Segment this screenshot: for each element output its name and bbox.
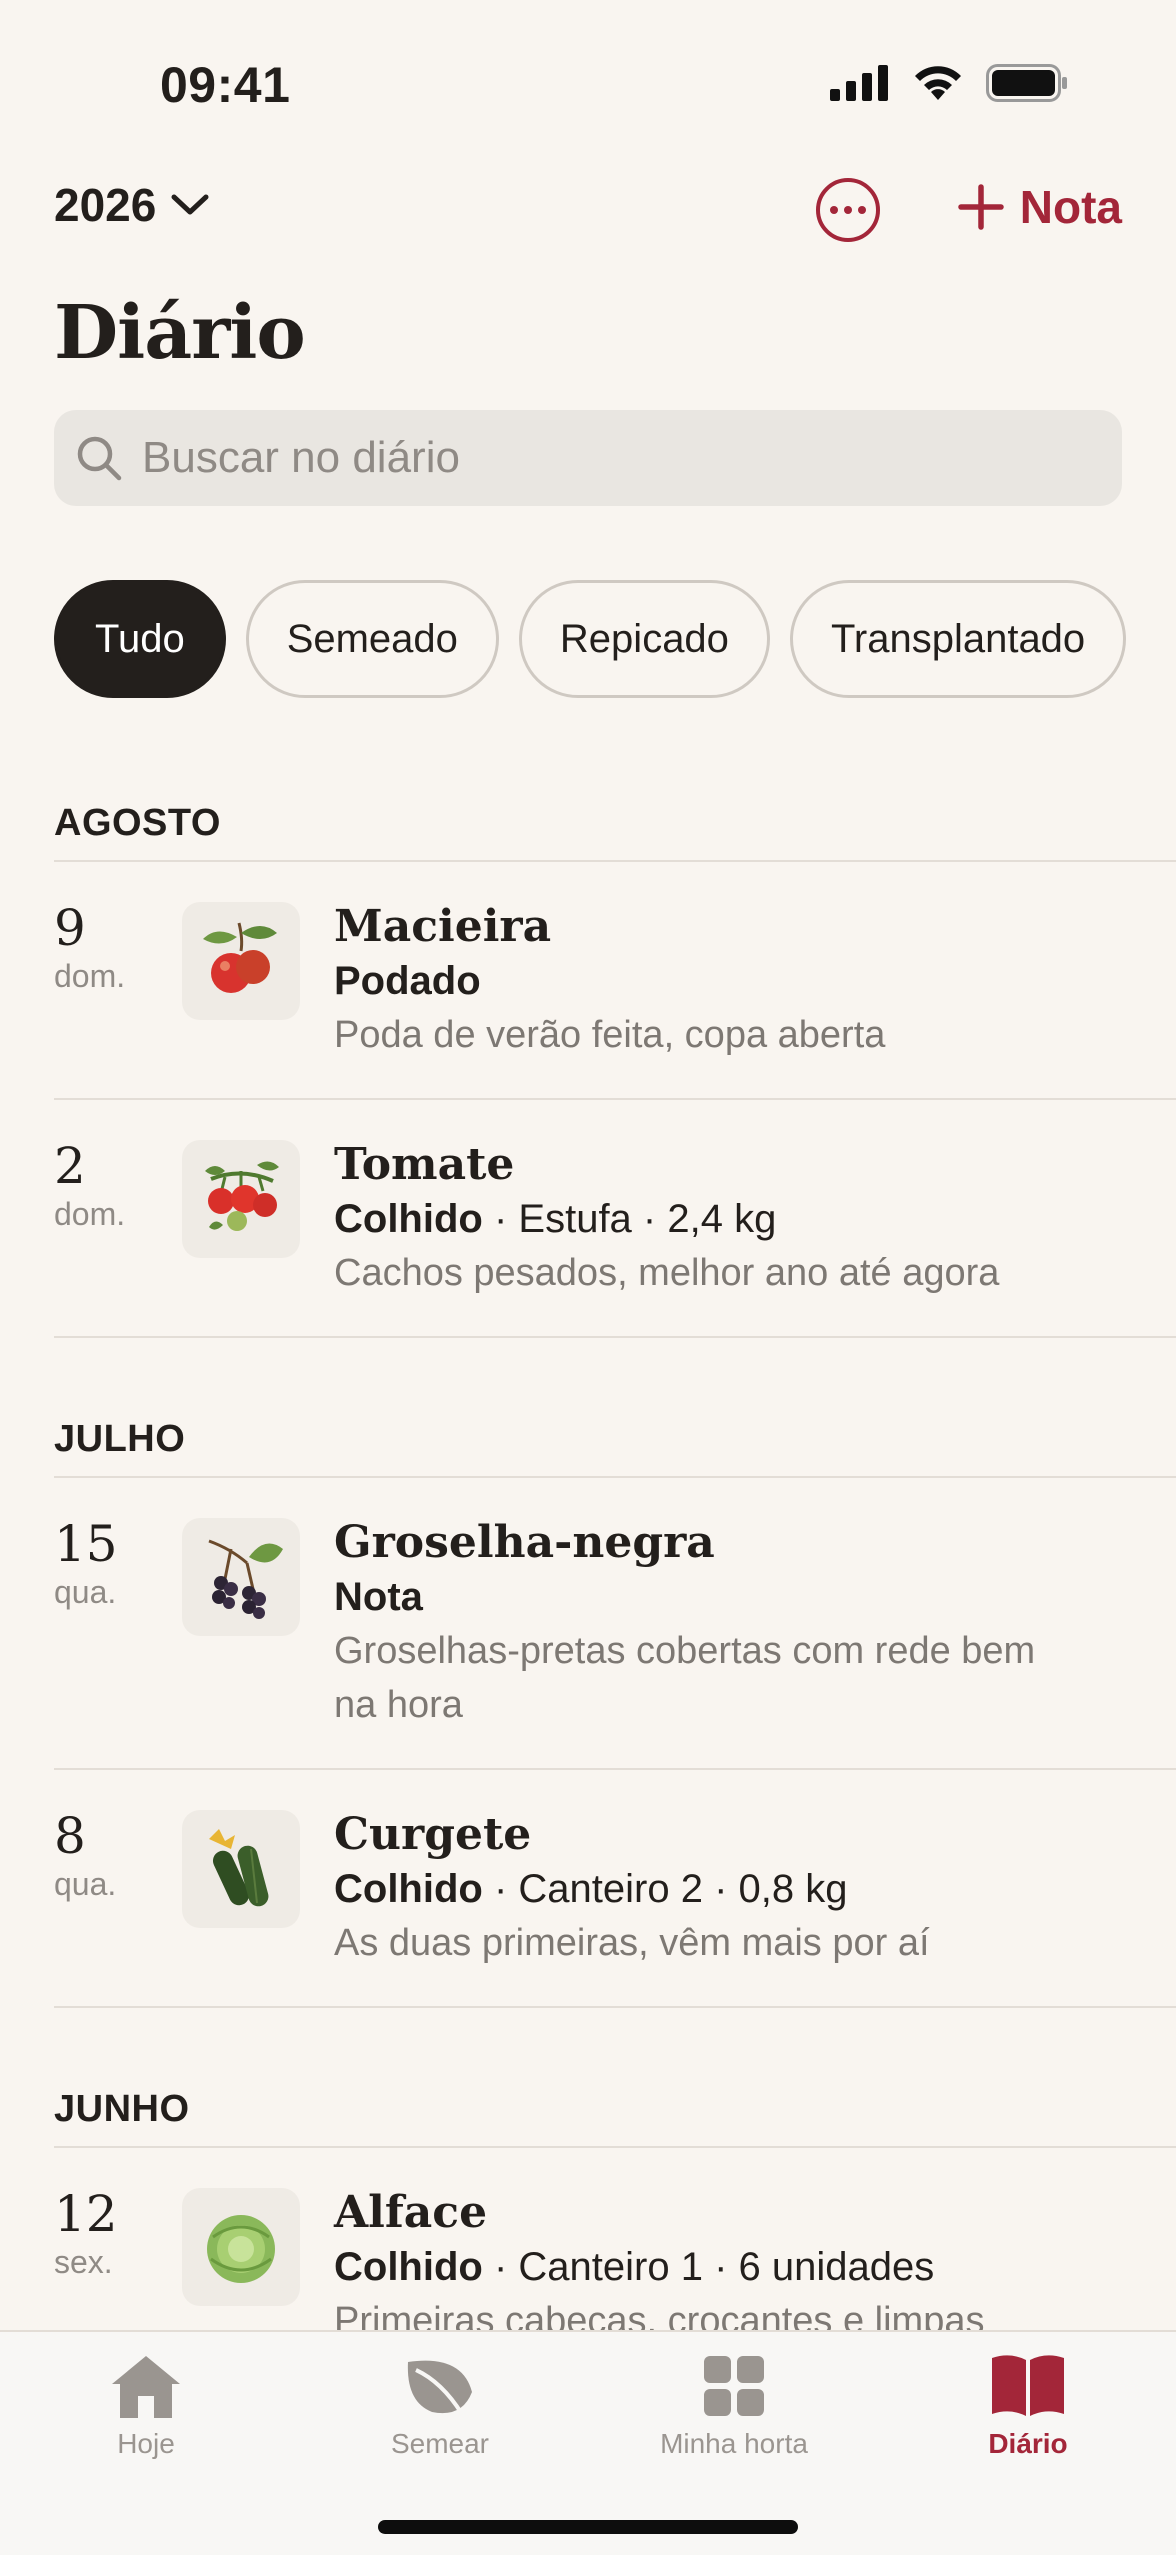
entry-weekday: dom. [54, 1196, 126, 1232]
entry-weekday: qua. [54, 1574, 117, 1610]
cellular-signal-icon [830, 65, 888, 101]
entry-day: 8 [54, 1807, 86, 1865]
entry-date: 2 dom. [54, 1140, 182, 1300]
year-label: 2026 [54, 179, 157, 231]
apple-icon [182, 902, 300, 1020]
tab-label: Hoje [117, 2428, 175, 2459]
entry-plant: Curgete [334, 1809, 532, 1860]
entry-body: Curgete Colhido · Canteiro 2 · 0,8 kg As… [334, 1810, 1176, 1970]
filter-chips: Tudo Semeado Repicado Transplantado [54, 580, 1127, 698]
status-time: 09:41 [160, 57, 291, 113]
entry-day: 12 [54, 2185, 118, 2243]
entry-action: Colhido [334, 1867, 483, 1911]
journal-entry[interactable]: 15 qua. Groselha-negra Nota Groselhas-pr… [54, 1478, 1176, 1770]
tab-minha-horta[interactable]: Minha horta [614, 2352, 854, 2460]
entry-plant: Tomate [334, 1139, 515, 1190]
wifi-icon [915, 66, 961, 100]
entry-action-line: Podado [334, 954, 1076, 1008]
journal-entry[interactable]: 2 dom. Tomate Colhido · Estufa · 2,4 kg … [54, 1100, 1176, 1338]
entry-body: Macieira Podado Poda de verão feita, cop… [334, 902, 1176, 1062]
courgette-icon [182, 1810, 300, 1928]
month-header: JUNHO [54, 2086, 1176, 2148]
month-header: JULHO [54, 1416, 1176, 1478]
page-title: Diário [54, 290, 306, 376]
search-icon [77, 436, 122, 481]
entry-day: 9 [54, 899, 86, 957]
entry-plant: Macieira [334, 901, 552, 952]
entry-date: 12 sex. [54, 2188, 182, 2348]
journal-entry[interactable]: 9 dom. Macieira Podado Poda de verão fei… [54, 862, 1176, 1100]
add-note-button[interactable]: Nota [958, 180, 1122, 234]
status-icons [830, 64, 1068, 102]
entry-note: Poda de verão feita, copa aberta [334, 1014, 886, 1056]
entry-details: · Canteiro 1 · 6 unidades [482, 2245, 935, 2289]
filter-chip-tudo[interactable]: Tudo [54, 580, 226, 698]
tab-diario[interactable]: Diário [908, 2352, 1148, 2460]
tomato-icon [182, 1140, 300, 1258]
tab-semear[interactable]: Semear [320, 2352, 560, 2460]
chevron-down-icon [171, 194, 209, 215]
entry-action-line: Colhido · Canteiro 1 · 6 unidades [334, 2240, 1076, 2294]
entry-plant: Alface [334, 2187, 488, 2238]
entry-action: Colhido [334, 1197, 483, 1241]
more-icon [830, 206, 838, 214]
entry-date: 8 qua. [54, 1810, 182, 1970]
plus-icon [958, 184, 1004, 230]
grid-icon [704, 2356, 764, 2416]
entry-details: · Estufa · 2,4 kg [482, 1197, 777, 1241]
tab-label: Semear [390, 2428, 490, 2459]
filter-chip-repicado[interactable]: Repicado [518, 580, 770, 698]
entry-details: · Canteiro 2 · 0,8 kg [482, 1867, 848, 1911]
entry-body: Tomate Colhido · Estufa · 2,4 kg Cachos … [334, 1140, 1176, 1300]
entry-action-line: Colhido · Estufa · 2,4 kg [334, 1192, 1076, 1246]
tab-label: Minha horta [660, 2428, 808, 2459]
filter-chip-transplantado[interactable]: Transplantado [789, 580, 1127, 698]
entry-note: Cachos pesados, melhor ano até agora [334, 1252, 1000, 1294]
entry-note: Groselhas-pretas cobertas com rede bem n… [334, 1630, 1036, 1726]
month-header: AGOSTO [54, 800, 1176, 862]
leaf-icon [407, 2360, 472, 2416]
entry-action: Colhido [334, 2245, 483, 2289]
more-options-button[interactable] [816, 178, 880, 242]
entry-action: Nota [334, 1575, 423, 1619]
status-bar: 09:41 [0, 0, 1176, 170]
entry-date: 9 dom. [54, 902, 182, 1062]
entry-day: 15 [54, 1515, 118, 1573]
home-icon [112, 2356, 180, 2418]
entry-note: As duas primeiras, vêm mais por aí [334, 1922, 930, 1964]
tab-label: Diário [988, 2428, 1068, 2459]
entry-action-line: Nota [334, 1570, 1076, 1624]
book-icon [992, 2355, 1064, 2416]
blackcurrant-icon [182, 1518, 300, 1636]
entry-weekday: dom. [54, 958, 126, 994]
entry-body: Alface Colhido · Canteiro 1 · 6 unidades… [334, 2188, 1176, 2348]
journal-list: AGOSTO 9 dom. Macieira Podado Poda de ve… [0, 800, 1176, 2386]
battery-icon [986, 64, 1067, 102]
entry-body: Groselha-negra Nota Groselhas-pretas cob… [334, 1518, 1176, 1732]
tab-hoje[interactable]: Hoje [26, 2352, 266, 2460]
home-indicator[interactable] [378, 2520, 798, 2534]
filter-chip-semeado[interactable]: Semeado [245, 580, 499, 698]
entry-day: 2 [54, 1137, 86, 1195]
journal-entry[interactable]: 8 qua. Curgete Colhido · Canteiro 2 · 0,… [54, 1770, 1176, 2008]
search-bar[interactable] [54, 410, 1122, 506]
add-note-label: Nota [1019, 181, 1122, 233]
entry-action: Podado [334, 959, 481, 1003]
entry-weekday: qua. [54, 1866, 117, 1902]
lettuce-icon [182, 2188, 300, 2306]
search-input[interactable] [142, 433, 1042, 483]
entry-weekday: sex. [54, 2244, 113, 2280]
entry-date: 15 qua. [54, 1518, 182, 1732]
entry-plant: Groselha-negra [334, 1517, 715, 1568]
entry-action-line: Colhido · Canteiro 2 · 0,8 kg [334, 1862, 1076, 1916]
year-selector[interactable]: 2026 [54, 178, 210, 232]
